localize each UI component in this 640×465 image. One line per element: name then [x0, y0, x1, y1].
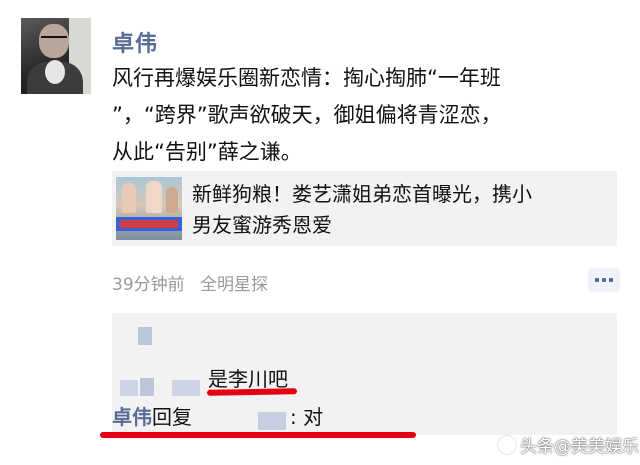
reply-author[interactable]: 卓伟: [112, 405, 152, 429]
avatar-glasses: [41, 36, 67, 44]
blurred-name: [258, 412, 286, 430]
shared-link-card[interactable]: 新鲜狗粮！娄艺潇姐弟恋首曝光，携小 男友蜜游秀恩爱: [112, 171, 617, 246]
blurred-name: [172, 380, 200, 396]
blurred-name: [120, 380, 138, 396]
dot-icon: [602, 278, 606, 282]
link-thumbnail: [116, 177, 182, 240]
post-text-line: 从此“告别”薛之谦。: [112, 140, 302, 164]
dot-icon: [595, 278, 599, 282]
thumbnail-figure: [122, 183, 136, 213]
watermark-icon: [498, 436, 516, 454]
post-meta: 39分钟前 全明星探: [112, 270, 268, 295]
blurred-name: [140, 378, 154, 396]
reply-verb: 回复: [152, 405, 192, 429]
reply-text: : 对: [290, 405, 324, 429]
post-source[interactable]: 全明星探: [200, 275, 268, 295]
post-text: 风行再爆娱乐圈新恋情：掏心掏肺“一年班 ”，“跨界”歌声欲破天，御姐偏将青涩恋，…: [112, 60, 612, 171]
link-title-line: 新鲜狗粮！娄艺潇姐弟恋首曝光，携小: [192, 182, 532, 206]
post-time: 39分钟前: [112, 275, 185, 295]
reply-comment: 卓伟回复: [112, 401, 192, 430]
thumbnail-banner-text: [120, 220, 178, 228]
thumbnail-figure: [166, 187, 178, 213]
author-avatar[interactable]: [21, 18, 91, 94]
post-text-line: 风行再爆娱乐圈新恋情：掏心掏肺“一年班: [112, 66, 501, 90]
blurred-name: [138, 327, 152, 345]
author-name[interactable]: 卓伟: [112, 26, 158, 58]
watermark-text: 头条@美美娱乐: [520, 437, 639, 457]
link-title-line: 男友蜜游秀恩爱: [192, 213, 332, 237]
dot-icon: [609, 278, 613, 282]
red-underline: [100, 432, 416, 438]
avatar-cat: [45, 60, 65, 84]
comment-menu-button[interactable]: [588, 268, 620, 292]
link-title: 新鲜狗粮！娄艺潇姐弟恋首曝光，携小 男友蜜游秀恩爱: [192, 179, 612, 241]
watermark: 头条@美美娱乐: [498, 432, 639, 457]
thumbnail-figure: [146, 181, 162, 213]
post-text-line: ”，“跨界”歌声欲破天，御姐偏将青涩恋，: [112, 103, 502, 127]
